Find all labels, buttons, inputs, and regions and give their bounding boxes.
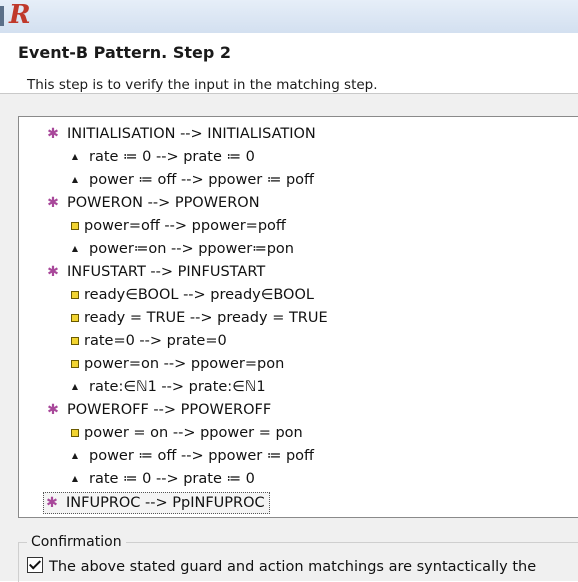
confirmation-legend: Confirmation [27,534,126,550]
tree-item-label: POWERON --> PPOWERON [67,195,260,211]
wizard-content: ✱ INITIALISATION --> INITIALISATION ▲ rate … [0,94,578,582]
tree-child-item[interactable]: power=off --> ppower=poff [67,215,286,237]
guard-icon [71,313,79,322]
event-icon: ✱ [47,402,59,418]
tree-item-label: power≔on --> ppower≔pon [89,241,294,257]
tree-item-label: rate:∈ℕ1 --> prate:∈ℕ1 [89,379,266,395]
tree-child-item[interactable]: ▲ power ≔ off --> ppower ≔ poff [67,445,314,467]
tree-item-label: INITIALISATION --> INITIALISATION [67,126,316,142]
confirmation-checkbox-row[interactable]: The above stated guard and action matchi… [27,557,536,576]
guard-icon [71,221,79,230]
guard-icon [71,359,79,368]
event-icon: ✱ [47,126,59,142]
window-edge [0,6,4,26]
tree-item-label: rate ≔ 0 --> prate ≔ 0 [89,149,255,165]
tree-item-label: rate=0 --> prate=0 [84,333,227,349]
tree-child-item[interactable]: rate=0 --> prate=0 [67,330,227,352]
tree-child-item[interactable]: ▲ rate ≔ 0 --> prate ≔ 0 [67,468,255,490]
event-icon: ✱ [47,195,59,211]
tree-child-item[interactable]: ready = TRUE --> pready = TRUE [67,307,328,329]
tree-item-label: POWEROFF --> PPOWEROFF [67,402,272,418]
guard-icon [71,428,79,437]
tree-event-item[interactable]: ✱ POWERON --> PPOWERON [45,192,260,214]
tree-event-item[interactable]: ✱ POWEROFF --> PPOWEROFF [45,399,271,421]
matching-tree[interactable]: ✱ INITIALISATION --> INITIALISATION ▲ rate … [18,116,578,518]
tree-child-item[interactable]: ▲ power ≔ off --> ppower ≔ poff [67,169,314,191]
tree-event-item[interactable]: ✱ INFUSTART --> PINFUSTART [45,261,265,283]
tree-item-label: power=off --> ppower=poff [84,218,286,234]
action-icon: ▲ [71,244,79,253]
tree-child-item[interactable]: power = on --> ppower = pon [67,422,303,444]
tree-item-label: ready = TRUE --> pready = TRUE [84,310,328,326]
tree-item-label: INFUSTART --> PINFUSTART [67,264,266,280]
tree-item-label: ready∈BOOL --> pready∈BOOL [84,287,314,303]
page-title: Event-B Pattern. Step 2 [18,43,232,62]
action-icon: ▲ [71,175,79,184]
tree-child-item[interactable]: ▲ power≔on --> ppower≔pon [67,238,294,260]
tree-event-item[interactable]: ✱ INFUPROC --> PpINFUPROC [43,492,270,514]
tree-event-item[interactable]: ✱ INITIALISATION --> INITIALISATION [45,123,316,145]
confirmation-checkbox[interactable] [27,557,43,573]
wizard-header: Event-B Pattern. Step 2 This step is to … [0,33,578,94]
tree-child-item[interactable]: ▲ rate:∈ℕ1 --> prate:∈ℕ1 [67,376,266,398]
action-icon: ▲ [71,474,79,483]
guard-icon [71,336,79,345]
tree-item-label: INFUPROC --> PpINFUPROC [66,495,265,511]
r-logo-icon: R [9,0,31,30]
event-icon: ✱ [47,264,59,280]
action-icon: ▲ [71,152,79,161]
tree-item-label: power = on --> ppower = pon [84,425,303,441]
guard-icon [71,290,79,299]
tree-child-item[interactable]: ▲ rate ≔ 0 --> prate ≔ 0 [67,146,255,168]
confirmation-group: Confirmation The above stated guard and … [18,534,578,582]
tree-item-label: power ≔ off --> ppower ≔ poff [89,172,315,188]
tree-item-label: power ≔ off --> ppower ≔ poff [89,448,315,464]
action-icon: ▲ [71,382,79,391]
tree-child-item[interactable]: power=on --> ppower=pon [67,353,284,375]
title-bar: R [0,0,578,34]
tree-item-label: rate ≔ 0 --> prate ≔ 0 [89,471,255,487]
tree-item-label: power=on --> ppower=pon [84,356,285,372]
tree-child-item[interactable]: ready∈BOOL --> pready∈BOOL [67,284,314,306]
page-description: This step is to verify the input in the … [27,77,378,93]
action-icon: ▲ [71,451,79,460]
confirmation-checkbox-label[interactable]: The above stated guard and action matchi… [49,559,536,575]
event-icon: ✱ [46,495,58,511]
